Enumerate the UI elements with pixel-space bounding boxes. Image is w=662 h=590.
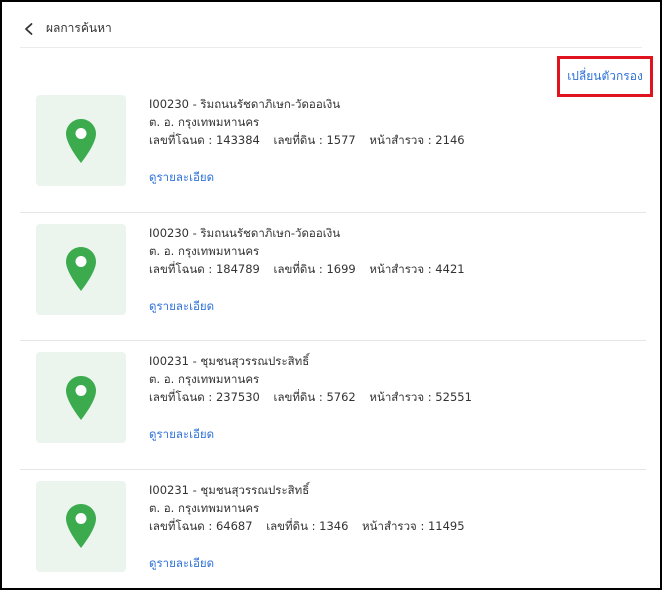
header-divider	[20, 47, 642, 48]
result-info: I00231 - ชุมชนสุวรรณประสิทธิ์ ต. อ. กรุง…	[149, 481, 646, 535]
survey-page: หน้าสำรวจ : 2146	[369, 133, 465, 147]
land-number: เลขที่ดิน : 1577	[273, 133, 356, 147]
result-location: ต. อ. กรุงเทพมหานคร	[149, 115, 260, 129]
result-info: I00230 - ริมถนนรัชดาภิเษก-วัดออเงิน ต. อ…	[149, 95, 646, 149]
result-thumbnail	[36, 223, 126, 315]
map-pin-icon	[65, 246, 97, 292]
land-number: เลขที่ดิน : 1346	[266, 518, 349, 533]
search-results-screen: ผลการค้นหา เปลี่ยนตัวกรอง I00230 - ริมถน…	[0, 0, 662, 590]
view-details-link[interactable]: ดูรายละเอียด	[149, 169, 214, 187]
result-card: I00231 - ชุมชนสุวรรณประสิทธิ์ ต. อ. กรุง…	[20, 341, 646, 470]
map-pin-icon	[65, 375, 97, 421]
result-location: ต. อ. กรุงเทพมหานคร	[149, 243, 260, 258]
land-number: เลขที่ดิน : 5762	[273, 390, 356, 404]
result-numbers: เลขที่โฉนด : 64687 เลขที่ดิน : 1346 หน้า…	[149, 517, 646, 535]
survey-page: หน้าสำรวจ : 11495	[362, 518, 465, 533]
view-details-link[interactable]: ดูรายละเอียด	[149, 298, 214, 316]
view-details-link[interactable]: ดูรายละเอียด	[149, 555, 214, 573]
result-thumbnail	[36, 95, 126, 186]
result-numbers: เลขที่โฉนด : 237530 เลขที่ดิน : 5762 หน้…	[149, 388, 646, 406]
land-number: เลขที่ดิน : 1699	[273, 261, 356, 276]
result-numbers: เลขที่โฉนด : 184789 เลขที่ดิน : 1699 หน้…	[149, 260, 646, 278]
view-details-link[interactable]: ดูรายละเอียด	[149, 426, 214, 444]
result-thumbnail	[36, 480, 126, 572]
result-location: ต. อ. กรุงเทพมหานคร	[149, 500, 260, 515]
survey-page: หน้าสำรวจ : 52551	[369, 390, 472, 404]
result-thumbnail	[36, 352, 126, 443]
map-pin-icon	[65, 503, 97, 549]
result-title: I00231 - ชุมชนสุวรรณประสิทธิ์	[149, 482, 310, 497]
chevron-left-icon[interactable]	[22, 21, 36, 35]
deed-number: เลขที่โฉนด : 184789	[149, 261, 260, 276]
result-title: I00230 - ริมถนนรัชดาภิเษก-วัดออเงิน	[149, 225, 341, 240]
results-list: I00230 - ริมถนนรัชดาภิเษก-วัดออเงิน ต. อ…	[20, 84, 646, 589]
deed-number: เลขที่โฉนด : 64687	[149, 518, 253, 533]
result-info: I00230 - ริมถนนรัชดาภิเษก-วัดออเงิน ต. อ…	[149, 224, 646, 278]
survey-page: หน้าสำรวจ : 4421	[369, 261, 465, 276]
result-info: I00231 - ชุมชนสุวรรณประสิทธิ์ ต. อ. กรุง…	[149, 352, 646, 406]
deed-number: เลขที่โฉนด : 237530	[149, 390, 260, 404]
result-location: ต. อ. กรุงเทพมหานคร	[149, 372, 260, 386]
result-numbers: เลขที่โฉนด : 143384 เลขที่ดิน : 1577 หน้…	[149, 131, 646, 149]
result-title: I00230 - ริมถนนรัชดาภิเษก-วัดออเงิน	[149, 97, 341, 111]
result-card: I00230 - ริมถนนรัชดาภิเษก-วัดออเงิน ต. อ…	[20, 84, 646, 213]
map-pin-icon	[65, 118, 97, 164]
result-title: I00231 - ชุมชนสุวรรณประสิทธิ์	[149, 354, 310, 368]
deed-number: เลขที่โฉนด : 143384	[149, 133, 260, 147]
result-card: I00230 - ริมถนนรัชดาภิเษก-วัดออเงิน ต. อ…	[20, 213, 646, 341]
page-title: ผลการค้นหา	[46, 20, 112, 35]
result-card: I00231 - ชุมชนสุวรรณประสิทธิ์ ต. อ. กรุง…	[20, 470, 646, 589]
header: ผลการค้นหา	[22, 16, 112, 40]
